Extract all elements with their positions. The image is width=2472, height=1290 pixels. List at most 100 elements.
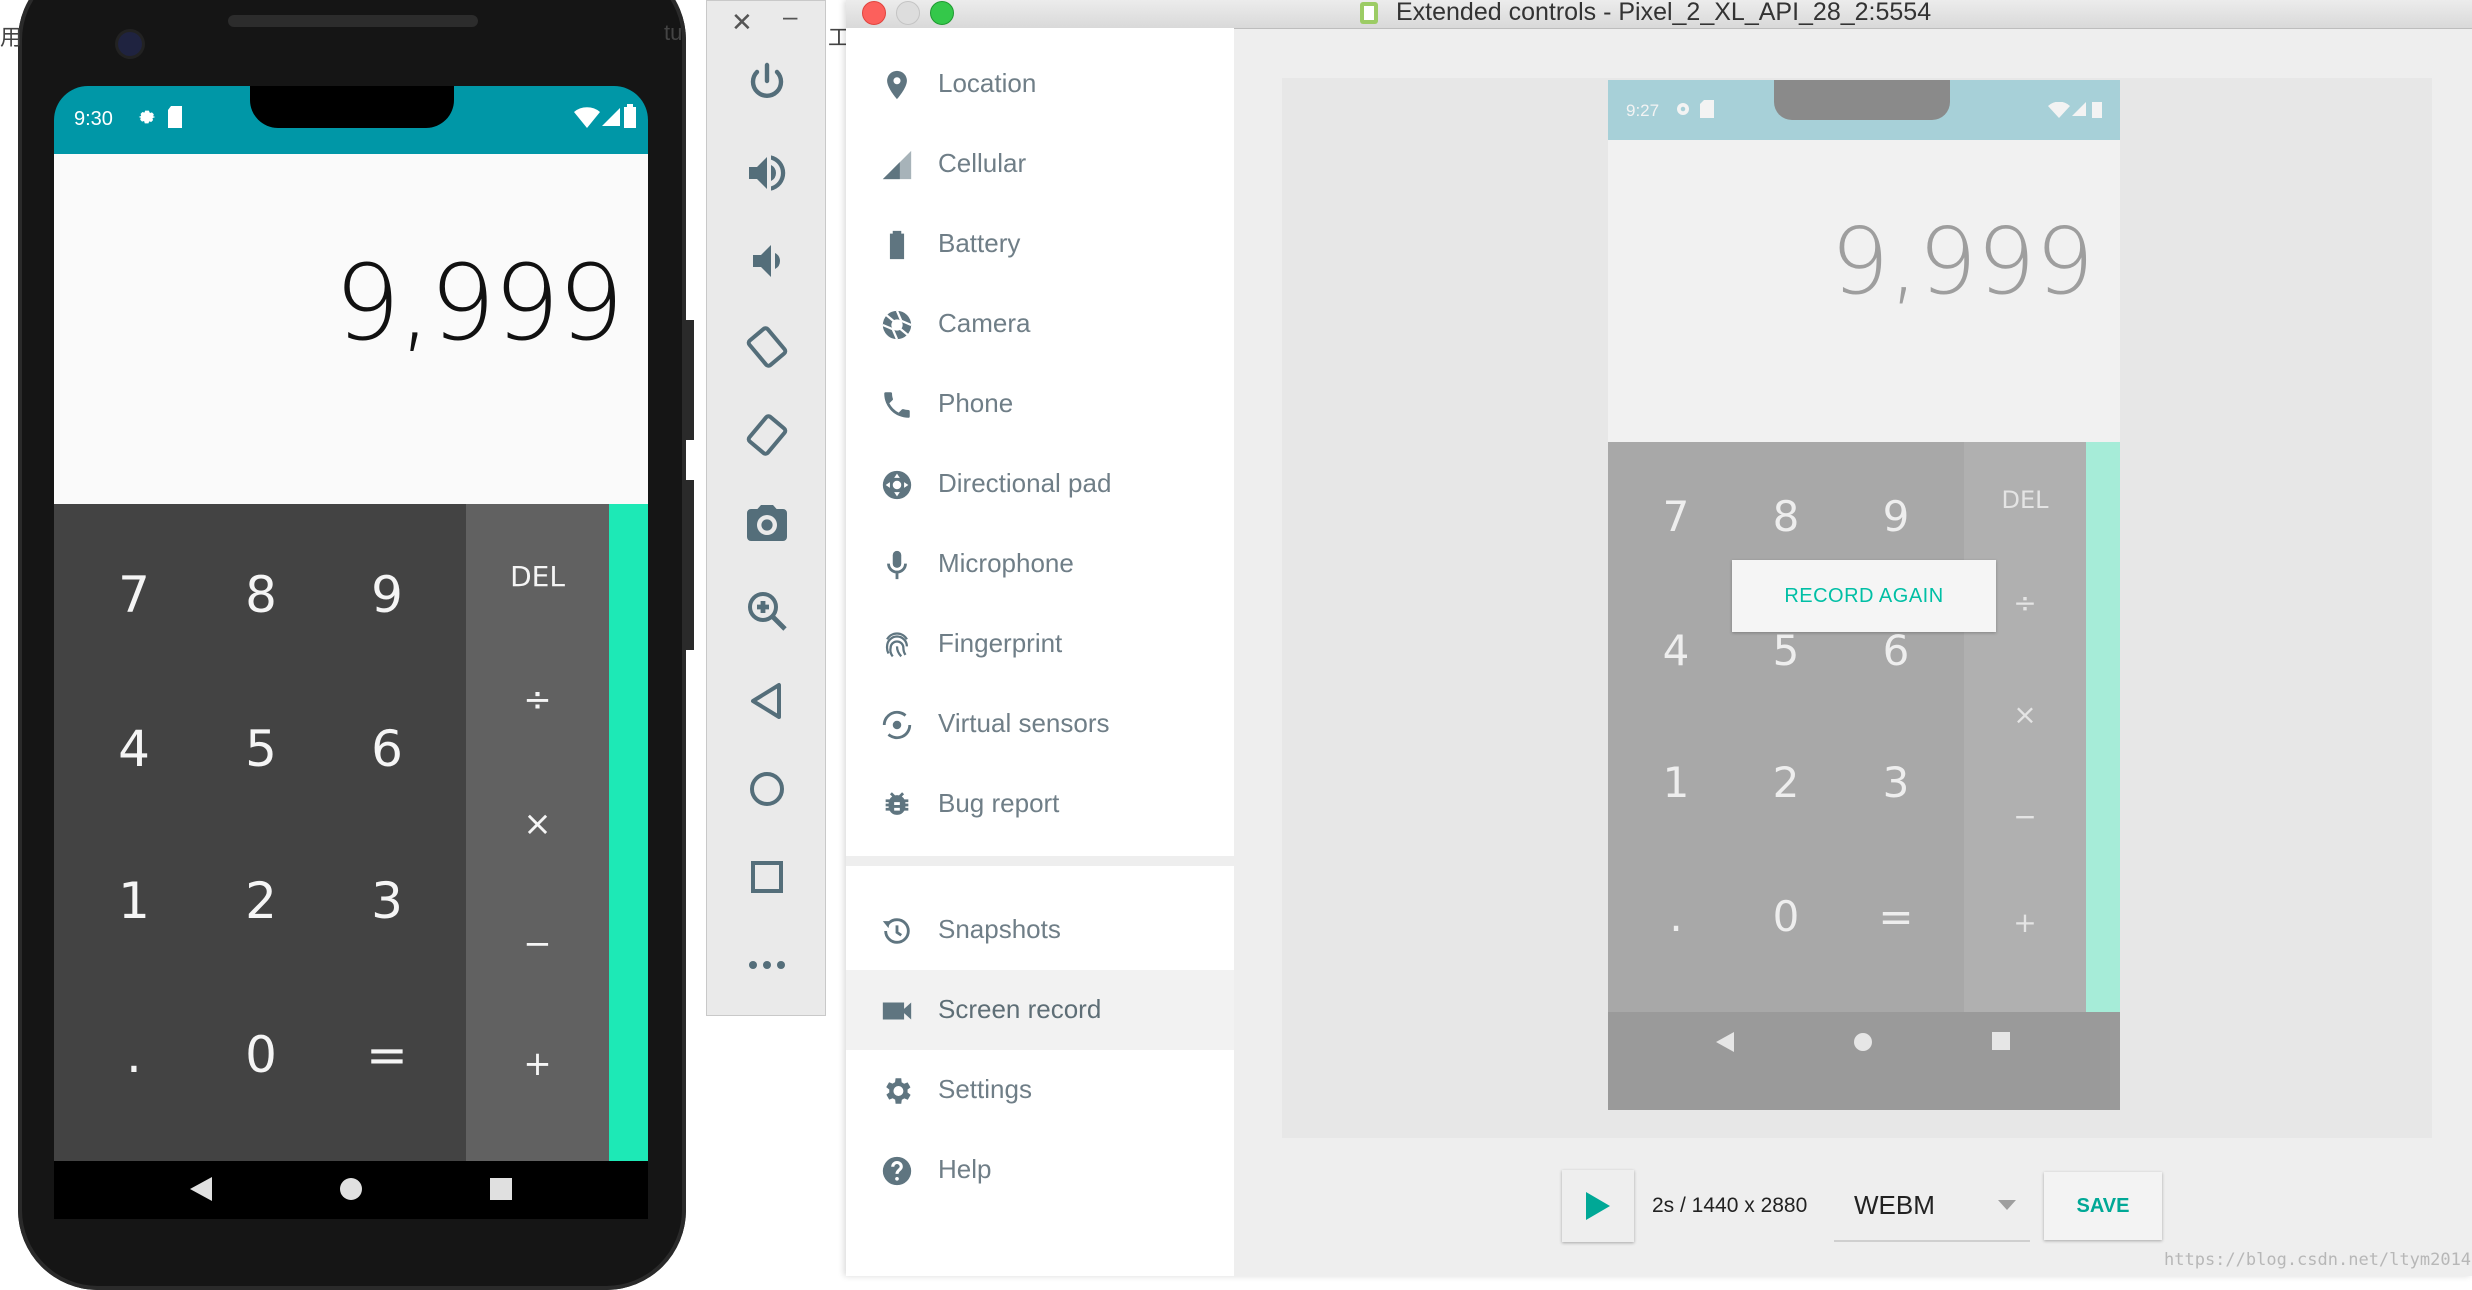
volume-side-button xyxy=(684,480,694,650)
sidebar-item-label: Directional pad xyxy=(938,468,1112,498)
key-2[interactable]: 2 xyxy=(206,872,316,930)
key-plus[interactable]: + xyxy=(466,1044,609,1084)
home-icon xyxy=(1854,1033,1872,1051)
preview-key: 8 xyxy=(1772,492,1800,541)
front-camera xyxy=(118,32,142,56)
sidebar-item-fingerprint[interactable]: Fingerprint xyxy=(846,604,1234,684)
home-icon[interactable] xyxy=(743,765,791,813)
sidebar-item-microphone[interactable]: Microphone xyxy=(846,524,1234,604)
key-equals[interactable]: = xyxy=(332,1026,442,1084)
calculator-result: 9,999 xyxy=(334,242,624,364)
signal-icon xyxy=(602,108,620,126)
status-time: 9:30 xyxy=(74,108,113,130)
key-8[interactable]: 8 xyxy=(206,566,316,624)
sidebar-item-cellular[interactable]: Cellular xyxy=(846,124,1234,204)
sidebar-item-directional-pad[interactable]: Directional pad xyxy=(846,444,1234,524)
phone-screen[interactable]: 9:30 9,999 7 8 9 4 5 6 1 2 3 . 0 = DEL ÷… xyxy=(54,86,648,1219)
sidebar-item-location[interactable]: Location xyxy=(846,44,1234,124)
screenshot-camera-icon[interactable] xyxy=(743,499,791,547)
help-icon xyxy=(882,1156,912,1186)
key-3[interactable]: 3 xyxy=(332,872,442,930)
key-1[interactable]: 1 xyxy=(79,872,189,930)
extended-controls-sidebar: Location Cellular Battery Camera Phone D… xyxy=(846,28,1234,1276)
preview-accent-panel xyxy=(2086,442,2120,1012)
rotate-left-icon[interactable] xyxy=(743,323,791,371)
sidebar-item-snapshots[interactable]: Snapshots xyxy=(846,890,1234,970)
play-button[interactable] xyxy=(1562,1170,1634,1242)
format-select[interactable]: WEBM xyxy=(1834,1172,2030,1242)
sidebar-item-label: Snapshots xyxy=(938,914,1061,944)
wifi-icon xyxy=(574,107,600,128)
calculator-display: 9,999 xyxy=(54,154,648,504)
home-icon[interactable] xyxy=(339,1177,363,1201)
rotate-right-icon[interactable] xyxy=(743,411,791,459)
sidebar-item-settings[interactable]: Settings xyxy=(846,1050,1234,1130)
back-icon xyxy=(1716,1032,1734,1052)
fingerprint-icon xyxy=(885,632,909,658)
key-7[interactable]: 7 xyxy=(79,566,189,624)
recents-icon[interactable] xyxy=(490,1178,512,1200)
preview-op: × xyxy=(2013,698,2037,731)
preview-key: = xyxy=(1878,892,1914,941)
key-multiply[interactable]: × xyxy=(466,804,609,844)
emulator-phone-frame: 9:30 9,999 7 8 9 4 5 6 1 2 3 . 0 = DEL ÷… xyxy=(18,0,694,1290)
preview-calculator-display: 9,999 xyxy=(1608,140,2120,442)
key-5[interactable]: 5 xyxy=(206,720,316,778)
more-icon[interactable] xyxy=(743,941,791,989)
minimize-icon[interactable]: – xyxy=(783,1,797,32)
key-minus[interactable]: − xyxy=(466,924,609,964)
sidebar-item-battery[interactable]: Battery xyxy=(846,204,1234,284)
window-minimize-button[interactable] xyxy=(896,1,920,25)
preview-op: DEL xyxy=(2001,486,2049,514)
power-icon[interactable] xyxy=(743,59,791,107)
play-icon xyxy=(1586,1192,1610,1220)
sidebar-item-camera[interactable]: Camera xyxy=(846,284,1234,364)
preview-key: 5 xyxy=(1772,626,1800,675)
record-again-button[interactable]: RECORD AGAIN xyxy=(1732,560,1996,632)
preview-notch xyxy=(1774,80,1950,120)
preview-key: 3 xyxy=(1882,758,1910,807)
wifi-icon xyxy=(2048,102,2070,118)
sidebar-item-label: Virtual sensors xyxy=(938,708,1110,738)
number-pad: 7 8 9 4 5 6 1 2 3 . 0 = xyxy=(54,504,466,1161)
sidebar-item-label: Bug report xyxy=(938,788,1060,818)
sidebar-item-screen-record[interactable]: Screen record xyxy=(846,970,1234,1050)
sidebar-item-bug-report[interactable]: Bug report xyxy=(846,764,1234,844)
phone-speaker xyxy=(228,15,478,27)
volume-down-icon[interactable] xyxy=(743,237,791,285)
close-icon[interactable]: ✕ xyxy=(731,7,753,38)
window-zoom-button[interactable] xyxy=(930,1,954,25)
sidebar-item-virtual-sensors[interactable]: Virtual sensors xyxy=(846,684,1234,764)
advanced-panel-handle[interactable] xyxy=(609,504,648,1161)
key-decimal[interactable]: . xyxy=(79,1026,189,1084)
preview-number-pad: 7 8 9 4 5 6 1 2 3 . 0 = xyxy=(1608,442,1964,1012)
key-0[interactable]: 0 xyxy=(206,1026,316,1084)
overview-icon[interactable] xyxy=(743,853,791,901)
camera-icon xyxy=(882,310,912,340)
preview-operator-pad: DEL ÷ × − + xyxy=(1964,442,2086,1012)
save-button[interactable]: SAVE xyxy=(2044,1172,2162,1240)
operator-pad: DEL ÷ × − + xyxy=(466,504,609,1161)
key-delete[interactable]: DEL xyxy=(466,560,609,593)
sidebar-item-label: Help xyxy=(938,1154,992,1184)
signal-icon xyxy=(2072,102,2086,116)
back-icon[interactable] xyxy=(743,677,791,725)
sidebar-item-help[interactable]: Help xyxy=(846,1130,1234,1210)
phone-icon xyxy=(884,392,910,418)
preview-key: 0 xyxy=(1772,892,1800,941)
key-9[interactable]: 9 xyxy=(332,566,442,624)
sidebar-item-label: Cellular xyxy=(938,148,1027,178)
sidebar-item-label: Location xyxy=(938,68,1037,98)
format-select-value: WEBM xyxy=(1854,1190,1935,1220)
key-6[interactable]: 6 xyxy=(332,720,442,778)
volume-up-icon[interactable] xyxy=(743,149,791,197)
key-divide[interactable]: ÷ xyxy=(466,680,609,720)
android-studio-icon xyxy=(1360,2,1378,24)
sidebar-item-label: Fingerprint xyxy=(938,628,1063,658)
zoom-icon[interactable] xyxy=(743,587,791,635)
window-close-button[interactable] xyxy=(862,1,886,25)
back-icon[interactable] xyxy=(190,1177,212,1201)
key-4[interactable]: 4 xyxy=(79,720,189,778)
preview-key: 6 xyxy=(1882,626,1910,675)
sidebar-item-phone[interactable]: Phone xyxy=(846,364,1234,444)
